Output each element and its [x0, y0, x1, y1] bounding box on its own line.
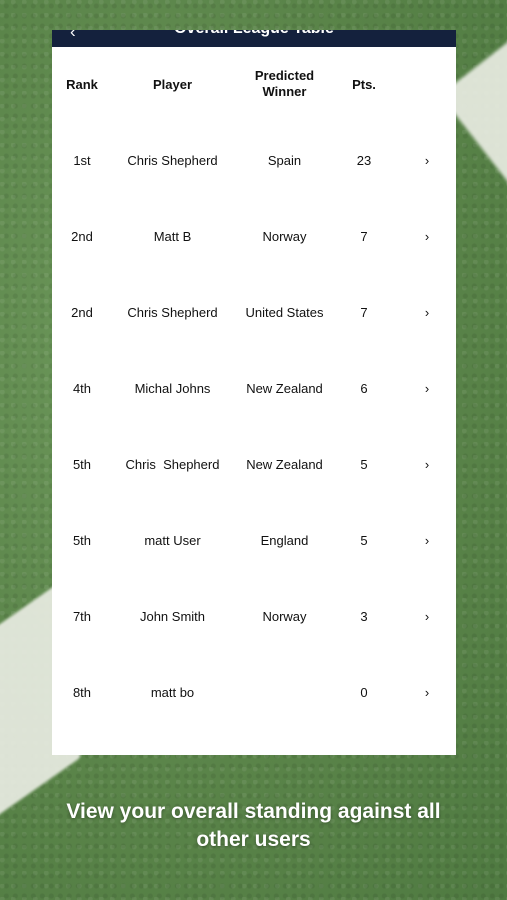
winner-cell: Spain — [267, 153, 302, 168]
points-cell: 3 — [360, 609, 368, 624]
points-cell: 6 — [360, 381, 368, 396]
player-cell: matt User — [144, 533, 201, 548]
points-cell: 7 — [360, 229, 368, 244]
table-row[interactable]: 1st Chris Shepherd Spain 23 › — [52, 146, 456, 176]
rank-cell: 4th — [72, 381, 92, 396]
rank-cell: 8th — [72, 685, 92, 700]
player-cell: matt bo — [150, 685, 195, 700]
table-row[interactable]: 5th Chris Shepherd New Zealand 5 › — [52, 450, 456, 480]
chevron-right-icon[interactable]: › — [407, 602, 447, 632]
table-row[interactable]: 2nd Matt B Norway 7 › — [52, 222, 456, 252]
player-cell: Chris Shepherd — [127, 305, 218, 320]
rank-cell: 5th — [72, 533, 92, 548]
points-cell: 5 — [360, 457, 368, 472]
table-row[interactable]: 7th John Smith Norway 3 › — [52, 602, 456, 632]
table-row[interactable]: 5th matt User England 5 › — [52, 526, 456, 556]
rank-cell: 7th — [72, 609, 92, 624]
table-row[interactable]: 4th Michal Johns New Zealand 6 › — [52, 374, 456, 404]
chevron-right-icon[interactable]: › — [407, 298, 447, 328]
player-cell: Matt B — [153, 229, 192, 244]
nav-bar: ‹ Overall League Table — [52, 30, 456, 47]
winner-cell: England — [260, 533, 309, 548]
page-title: Overall League Table — [52, 30, 456, 38]
winner-cell: Norway — [262, 229, 307, 244]
chevron-right-icon[interactable]: › — [407, 678, 447, 708]
points-cell: 23 — [356, 153, 372, 168]
winner-cell: New Zealand — [246, 381, 323, 396]
winner-cell: United States — [245, 305, 324, 320]
player-cell: Chris Shepherd — [127, 153, 218, 168]
league-table-card: ‹ Overall League Table Rank Player Predi… — [52, 30, 456, 755]
rank-cell: 5th — [72, 457, 92, 472]
rank-cell: 2nd — [71, 305, 93, 320]
winner-cell: New Zealand — [246, 457, 323, 472]
rank-cell: 2nd — [71, 229, 93, 244]
points-cell: 5 — [360, 533, 368, 548]
column-header-player: Player — [152, 77, 193, 92]
table-header: Rank Player Predicted Winner Pts. — [52, 68, 456, 104]
chevron-right-icon[interactable]: › — [407, 526, 447, 556]
player-cell: Chris Shepherd — [125, 457, 220, 472]
chevron-right-icon[interactable]: › — [407, 374, 447, 404]
points-cell: 0 — [360, 685, 368, 700]
chevron-right-icon[interactable]: › — [407, 146, 447, 176]
rank-cell: 1st — [73, 153, 91, 168]
chevron-right-icon[interactable]: › — [407, 450, 447, 480]
promo-caption: View your overall standing against all o… — [66, 800, 441, 851]
table-row[interactable]: 2nd Chris Shepherd United States 7 › — [52, 298, 456, 328]
table-row[interactable]: 8th matt bo 0 › — [52, 678, 456, 708]
player-cell: John Smith — [139, 609, 206, 624]
winner-cell: Norway — [262, 609, 307, 624]
column-header-predicted-winner: Predicted Winner — [254, 68, 315, 99]
column-header-rank: Rank — [66, 77, 98, 92]
chevron-right-icon[interactable]: › — [407, 222, 447, 252]
column-header-points: Pts. — [352, 77, 376, 92]
points-cell: 7 — [360, 305, 368, 320]
player-cell: Michal Johns — [134, 381, 211, 396]
